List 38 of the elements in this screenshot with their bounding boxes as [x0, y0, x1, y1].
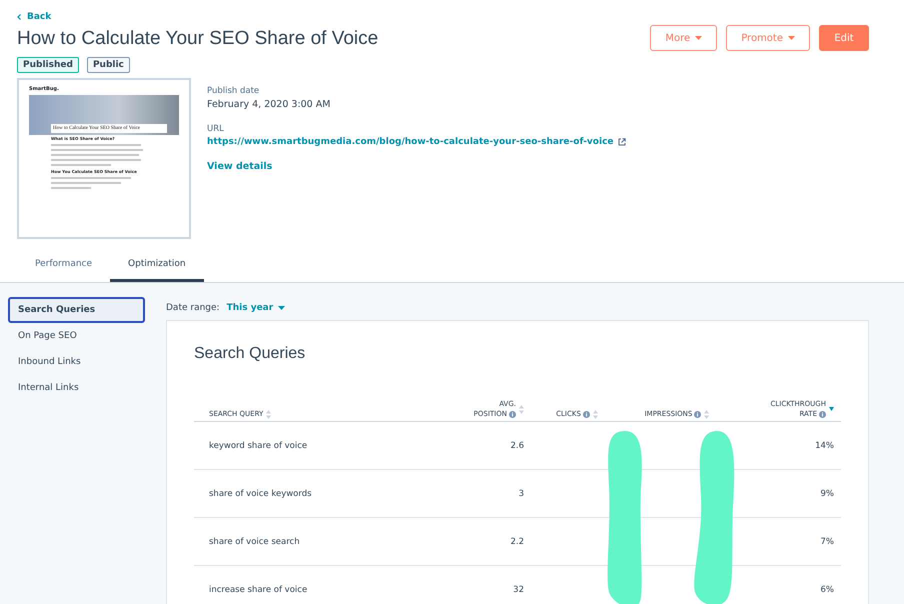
position-cell-text: 2.6: [509, 440, 525, 450]
query-cell-text: keyword share of voice: [208, 440, 308, 450]
sort-descending-icon[interactable]: [829, 407, 834, 411]
sort-icon[interactable]: [704, 410, 710, 418]
chevron-left-icon: [17, 14, 21, 20]
card-title: Search Queries: [194, 345, 306, 363]
tab[interactable]: Performance: [17, 255, 110, 282]
rate-cell-text: 7%: [820, 536, 835, 546]
caret-icon: [788, 36, 795, 40]
sort-icon[interactable]: [266, 410, 272, 418]
back-label: Back: [27, 12, 52, 22]
date-range-label: Date range:: [166, 303, 220, 313]
sort-icon[interactable]: [592, 410, 598, 418]
external-link-icon: [618, 138, 626, 146]
caret-icon: [695, 36, 702, 40]
sidebar-item[interactable]: Inbound Links: [8, 349, 145, 375]
publish-date: February 4, 2020 3:00 AM: [207, 99, 332, 110]
position-cell-text: 3: [518, 488, 525, 498]
status-badge: Published: [17, 57, 79, 73]
rate-cell-text: 9%: [820, 488, 835, 498]
back-link[interactable]: Back: [17, 10, 378, 24]
visibility-badge: Public: [86, 57, 130, 73]
position-cell-text: 32: [512, 584, 525, 594]
sidebar-item[interactable]: On Page SEO: [8, 323, 145, 349]
field-label: Publish date: [207, 86, 260, 96]
query-cell-text: increase share of voice: [208, 584, 308, 594]
sort-icon[interactable]: [519, 404, 524, 414]
rate-cell-text: 6%: [820, 584, 835, 594]
query-cell-text: share of voice keywords: [208, 488, 313, 498]
view-details-link[interactable]: View details: [207, 161, 626, 172]
position-cell-text: 2.2: [509, 536, 525, 546]
field-label: URL: [207, 124, 225, 134]
page-title: How to Calculate Your SEO Share of Voice: [17, 28, 378, 50]
rate-cell-text: 14%: [814, 440, 835, 450]
sidebar-item[interactable]: Search Queries: [8, 297, 145, 323]
query-cell-text: share of voice search: [208, 536, 301, 546]
sidebar-item[interactable]: Internal Links: [8, 375, 145, 401]
caret-icon: [278, 306, 286, 310]
